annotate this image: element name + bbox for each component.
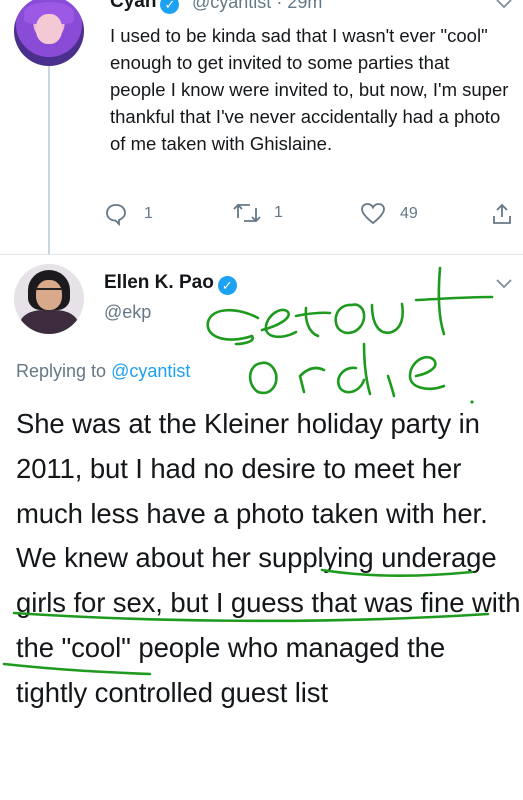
reply-icon — [106, 204, 126, 226]
avatar-face — [36, 14, 62, 44]
avatar-glasses — [35, 288, 63, 296]
author-name[interactable]: Ellen K. Pao ✓ — [104, 272, 237, 295]
author-name-text: Cyan — [110, 0, 157, 12]
author-name[interactable]: Cyan ✓ — [110, 0, 180, 14]
retweet-count: 1 — [274, 204, 283, 221]
author-handle: @cyantist — [192, 0, 272, 12]
verified-badge-icon: ✓ — [217, 276, 237, 295]
author-name-text: Ellen K. Pao — [104, 272, 214, 293]
verified-badge-icon: ✓ — [160, 0, 180, 14]
tweet-text: I used to be kinda sad that I wasn't eve… — [110, 25, 509, 154]
chevron-down-icon[interactable] — [496, 276, 512, 293]
tweet-timestamp: · 29m — [276, 0, 323, 12]
avatar[interactable] — [14, 0, 84, 66]
replying-to-mention-link[interactable]: @cyantist — [111, 361, 190, 381]
share-icon — [493, 203, 511, 224]
chevron-down-icon[interactable] — [496, 0, 512, 13]
replying-to-label: Replying to — [16, 361, 107, 381]
avatar[interactable] — [14, 264, 84, 334]
like-count: 49 — [400, 205, 418, 222]
tweet-divider — [0, 254, 523, 255]
reply-count: 1 — [144, 205, 153, 222]
reply-button[interactable]: 1 — [104, 202, 153, 226]
replying-to-line: Replying to @cyantist — [16, 361, 190, 382]
heart-icon — [361, 203, 385, 225]
tweet-text: She was at the Kleiner holiday party in … — [16, 408, 521, 708]
thread-connector-line — [48, 64, 50, 254]
share-button[interactable] — [490, 202, 514, 226]
like-button[interactable]: 49 — [360, 202, 418, 226]
retweet-button[interactable]: 1 — [232, 202, 283, 224]
author-handle-and-time[interactable]: @cyantist · 29m — [192, 0, 322, 13]
author-handle[interactable]: @ekp — [104, 302, 151, 323]
retweet-icon — [233, 203, 261, 223]
avatar-shoulders — [20, 310, 78, 334]
